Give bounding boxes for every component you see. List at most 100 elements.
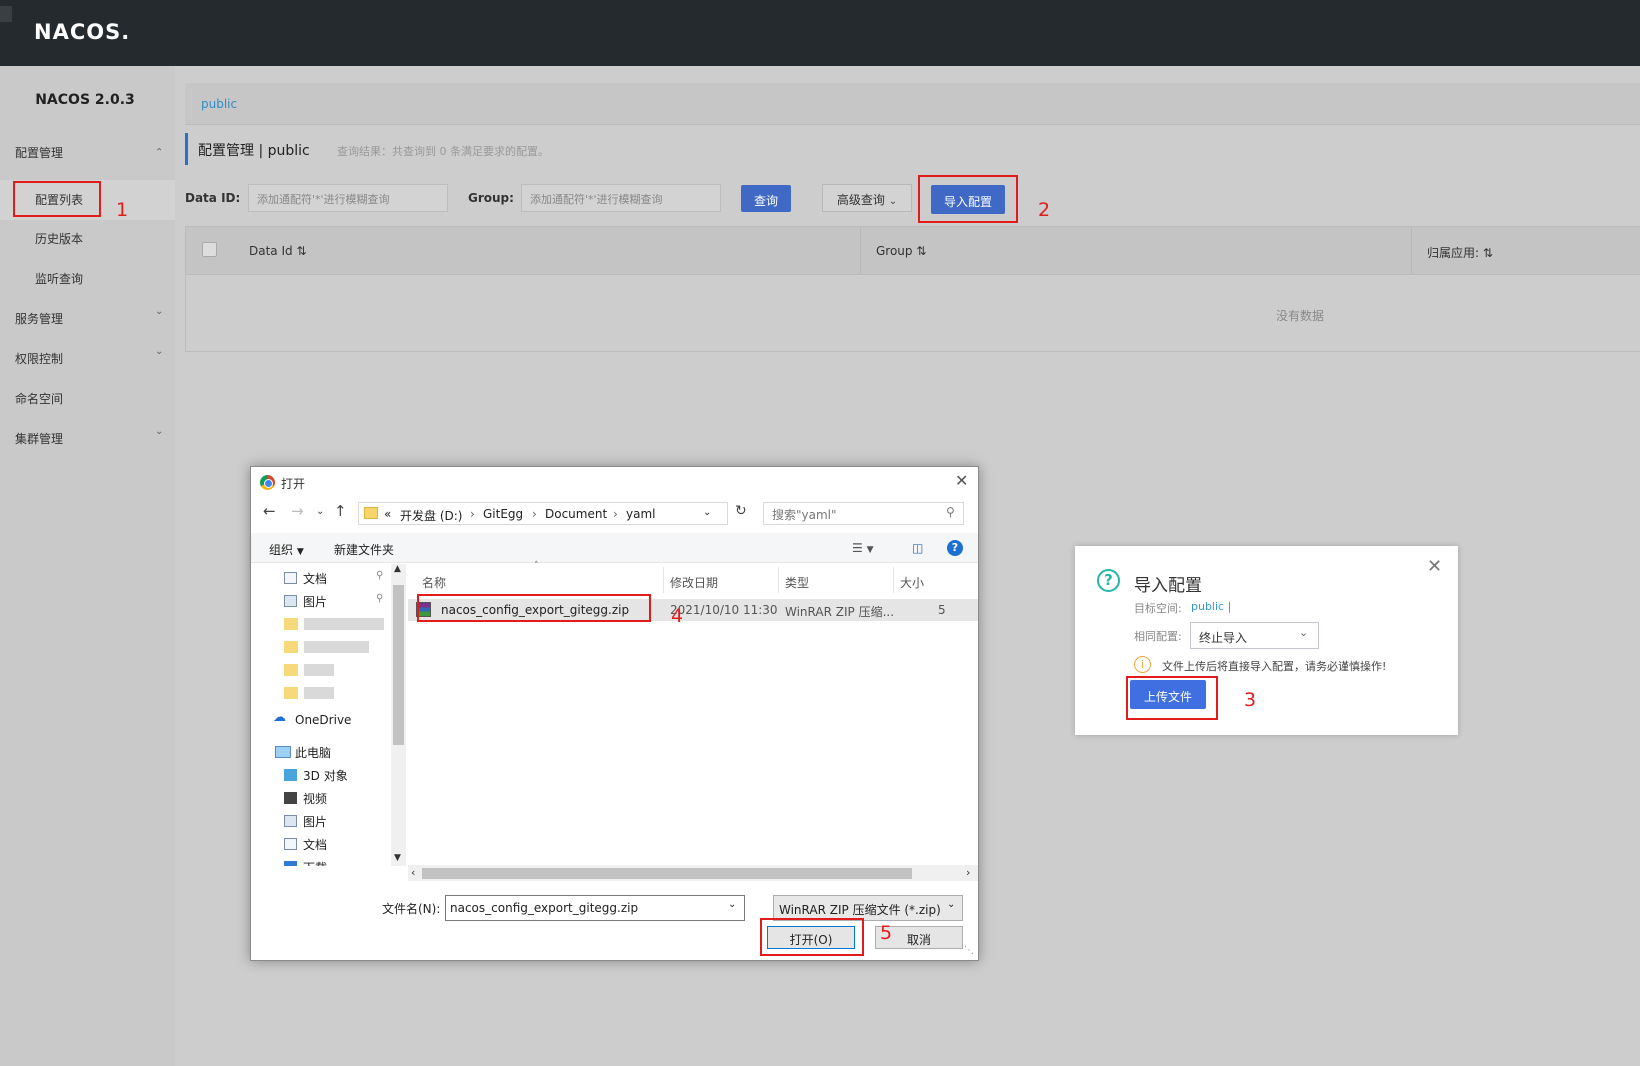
column-divider	[663, 567, 664, 593]
data-id-input[interactable]: 添加通配符'*'进行模糊查询	[248, 184, 448, 212]
file-size: 5	[938, 603, 946, 617]
chevron-down-icon: ▼	[296, 547, 304, 557]
nacos-logo[interactable]: NACOS.	[34, 20, 130, 44]
annotation-box-1	[13, 181, 101, 217]
tree-item-3d-objects[interactable]: 3D 对象	[303, 767, 348, 784]
sidebar-group-cluster-management[interactable]: 集群管理	[15, 430, 63, 447]
address-dropdown-icon[interactable]: ⌄	[703, 507, 711, 518]
sort-icon[interactable]: ⇅	[916, 244, 926, 258]
file-list-horizontal-scrollbar[interactable]: ‹ ›	[408, 865, 978, 881]
target-namespace-value: public |	[1191, 600, 1232, 613]
chevron-down-icon: ⌄	[947, 899, 956, 910]
same-config-select[interactable]: 终止导入 ⌄	[1190, 622, 1319, 649]
namespace-tab-public[interactable]: public	[201, 97, 237, 111]
file-open-dialog: 打开 ✕ ← → ⌄ ↑ « 开发盘 (D:) › GitEgg › Docum…	[250, 466, 979, 961]
chevron-down-icon[interactable]: ⌄	[155, 426, 163, 437]
column-header-data-id[interactable]: Data Id ⇅	[249, 244, 307, 258]
sidebar-group-config-management[interactable]: 配置管理	[15, 144, 63, 161]
scroll-up-icon[interactable]: ▲	[394, 564, 401, 574]
pictures-icon	[284, 595, 297, 607]
horizontal-scroll-thumb[interactable]	[422, 868, 912, 879]
top-navbar: NACOS.	[0, 0, 1640, 66]
tree-item-pictures-pc[interactable]: 图片	[303, 813, 327, 830]
new-folder-button[interactable]: 新建文件夹	[334, 541, 394, 558]
chevron-down-icon[interactable]: ⌄	[155, 346, 163, 357]
sidebar-group-access-control[interactable]: 权限控制	[15, 350, 63, 367]
breadcrumb-overflow[interactable]: «	[384, 507, 391, 521]
breadcrumb-separator-icon[interactable]: ›	[532, 507, 537, 521]
tree-item-onedrive[interactable]: OneDrive	[295, 713, 351, 727]
column-header-group[interactable]: Group ⇅	[876, 244, 926, 258]
address-bar[interactable]: « 开发盘 (D:) › GitEgg › Document › yaml ⌄	[358, 502, 728, 525]
preview-pane-icon[interactable]: ◫	[912, 541, 923, 555]
group-label: Group:	[468, 191, 514, 205]
column-divider	[860, 227, 861, 275]
chevron-down-icon[interactable]: ⌄	[155, 306, 163, 317]
document-icon	[284, 838, 297, 850]
annotation-number-5: 5	[880, 922, 893, 944]
blurred-folder-row[interactable]	[284, 687, 334, 699]
blurred-folder-row[interactable]	[284, 664, 334, 676]
scroll-down-icon[interactable]: ▼	[394, 853, 401, 863]
advanced-query-label: 高级查询	[836, 193, 885, 207]
sort-icon[interactable]: ⇅	[296, 244, 306, 258]
select-all-checkbox[interactable]	[202, 242, 217, 257]
breadcrumb-document[interactable]: Document	[545, 507, 607, 521]
sidebar-item-history[interactable]: 历史版本	[35, 230, 83, 247]
help-icon[interactable]: ?	[947, 540, 963, 556]
group-input[interactable]: 添加通配符'*'进行模糊查询	[521, 184, 721, 212]
forward-arrow-icon[interactable]: →	[291, 502, 304, 520]
tree-item-downloads[interactable]: 下载	[303, 859, 327, 866]
tree-item-pictures[interactable]: 图片	[303, 593, 327, 610]
search-input[interactable]: 搜索"yaml" ⚲	[763, 502, 964, 525]
dialog-toolbar: 组织 ▼ 新建文件夹 ☰ ▼ ◫ ?	[251, 533, 978, 563]
blurred-folder-row[interactable]	[284, 641, 369, 653]
breadcrumb-drive[interactable]: 开发盘 (D:)	[400, 507, 462, 524]
annotation-box-3	[1126, 676, 1218, 720]
recent-locations-chevron-icon[interactable]: ⌄	[316, 506, 324, 517]
close-icon[interactable]: ✕	[1427, 556, 1442, 577]
back-arrow-icon[interactable]: ←	[263, 502, 276, 520]
search-placeholder: 搜索"yaml"	[772, 508, 837, 522]
tree-item-documents-pc[interactable]: 文档	[303, 836, 327, 853]
column-header-type[interactable]: 类型	[785, 574, 809, 591]
refresh-icon[interactable]: ↻	[735, 503, 747, 519]
tree-item-this-pc[interactable]: 此电脑	[295, 744, 331, 761]
sidebar-group-namespace[interactable]: 命名空间	[15, 390, 63, 407]
column-header-name[interactable]: 名称	[422, 574, 446, 591]
sidebar-group-service-management[interactable]: 服务管理	[15, 310, 63, 327]
blurred-folder-row[interactable]	[284, 618, 384, 630]
nav-pane-scroll-thumb[interactable]	[393, 585, 404, 745]
scroll-right-icon[interactable]: ›	[966, 866, 970, 879]
column-header-modified[interactable]: 修改日期	[670, 574, 718, 591]
onedrive-icon: ☁	[273, 710, 286, 725]
scroll-left-icon[interactable]: ‹	[411, 866, 415, 879]
organize-menu[interactable]: 组织 ▼	[269, 541, 304, 558]
breadcrumb-separator-icon[interactable]: ›	[613, 507, 618, 521]
info-icon: i	[1134, 656, 1151, 673]
filename-dropdown-icon[interactable]: ⌄	[728, 899, 736, 910]
filename-input[interactable]: nacos_config_export_gitegg.zip ⌄	[445, 895, 745, 921]
view-options-icon[interactable]: ☰ ▼	[852, 541, 874, 555]
breadcrumb-separator-icon[interactable]: ›	[470, 507, 475, 521]
resize-grip-icon[interactable]: ⋱	[964, 945, 974, 956]
up-arrow-icon[interactable]: ↑	[334, 502, 347, 520]
column-header-app[interactable]: 归属应用: ⇅	[1427, 244, 1493, 261]
sidebar-item-listener-query[interactable]: 监听查询	[35, 270, 83, 287]
close-icon[interactable]: ✕	[955, 471, 968, 490]
breadcrumb-gitegg[interactable]: GitEgg	[483, 507, 523, 521]
chevron-down-icon: ⌄	[888, 196, 898, 207]
column-header-size[interactable]: 大小	[900, 574, 924, 591]
question-circle-icon: ?	[1097, 569, 1120, 592]
annotation-number-4: 4	[671, 605, 684, 627]
sort-icon[interactable]: ⇅	[1483, 246, 1493, 260]
chevron-up-icon[interactable]: ⌄	[155, 145, 163, 156]
breadcrumb-yaml[interactable]: yaml	[626, 507, 655, 521]
column-divider	[1411, 227, 1412, 275]
chrome-icon	[260, 475, 275, 490]
tree-item-documents[interactable]: 文档	[303, 570, 327, 587]
advanced-query-button[interactable]: 高级查询 ⌄	[822, 184, 912, 212]
dialog-title: 打开	[281, 477, 306, 491]
query-button[interactable]: 查询	[741, 185, 791, 212]
tree-item-videos[interactable]: 视频	[303, 790, 327, 807]
